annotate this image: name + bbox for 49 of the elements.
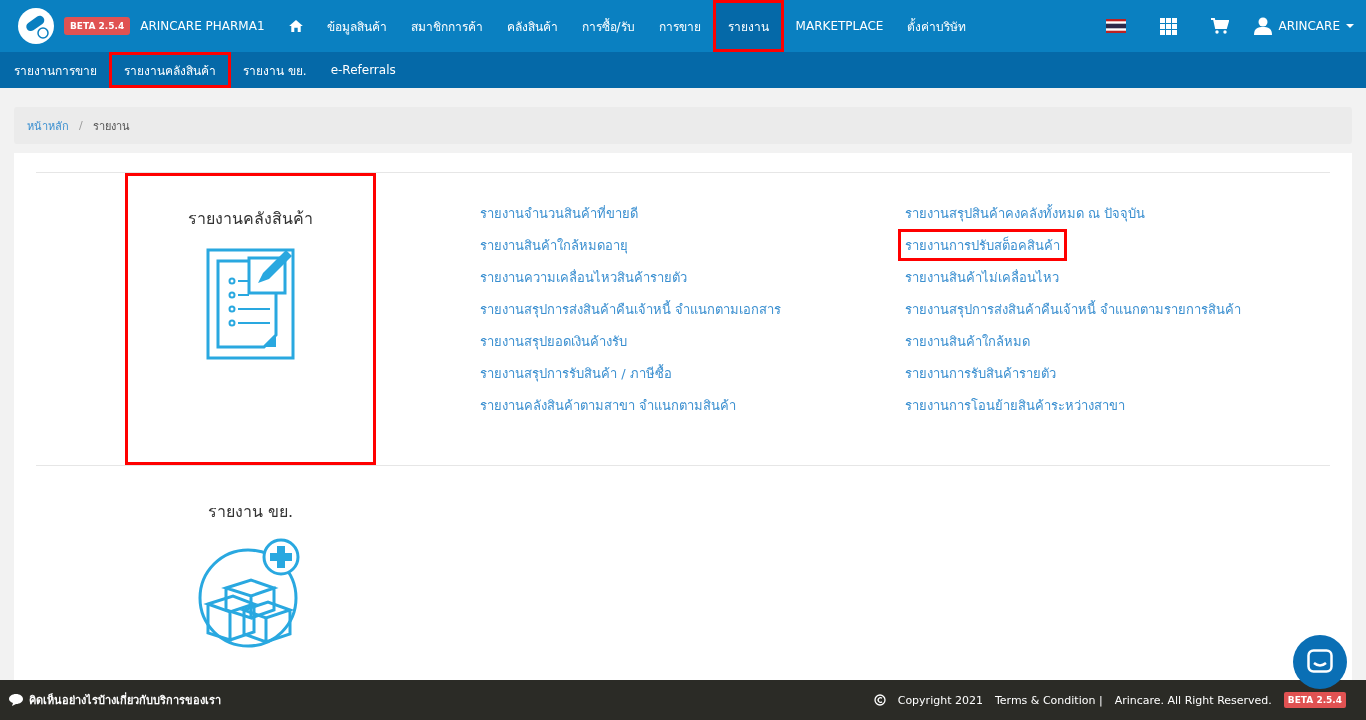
chat-bubble-icon <box>1307 649 1333 675</box>
report-link[interactable]: รายงานคลังสินค้าตามสาขา จำแนกตามสินค้า <box>473 389 744 421</box>
report-link[interactable]: รายงานสินค้าใกล้หมด <box>898 325 1037 357</box>
version-badge: BETA 2.5.4 <box>1283 692 1346 708</box>
report-link[interactable]: รายงานสรุปการรับสินค้า / ภาษีซื้อ <box>473 357 679 389</box>
report-link[interactable]: รายงานการโอนย้ายสินค้าระหว่างสาขา <box>898 389 1132 421</box>
report-link[interactable]: รายงานสรุปสินค้าคงคลังทั้งหมด ณ ปัจจุบัน <box>898 197 1153 229</box>
nav-link[interactable]: การขาย <box>646 0 713 52</box>
nav-link[interactable]: ข้อมูลสินค้า <box>314 0 399 52</box>
terms-link[interactable]: Terms & Condition | <box>994 693 1103 707</box>
caret-icon <box>1346 24 1354 28</box>
logo-icon[interactable] <box>18 8 54 44</box>
report-link[interactable]: รายงานสรุปการส่งสินค้าคืนเจ้าหนี้ จำแนกตามเอกสาร <box>473 293 789 325</box>
subnav-link[interactable]: รายงานคลังสินค้า <box>109 52 231 88</box>
nav-link[interactable]: สมาชิกการค้า <box>398 0 495 52</box>
report-link[interactable]: รายงานสินค้าใกล้หมดอายุ <box>473 229 635 261</box>
apps-grid-icon[interactable] <box>1160 17 1178 35</box>
chat-icon <box>9 694 23 706</box>
feedback-link[interactable]: คิดเห็นอย่างไรบ้างเกี่ยวกับบริการของเรา <box>29 691 221 709</box>
cart-icon[interactable] <box>1211 18 1230 34</box>
nav-link[interactable]: MARKETPLACE <box>783 0 896 52</box>
subnav-link[interactable]: รายงานการขาย <box>2 52 109 88</box>
category-title: รายงานคลังสินค้า <box>188 208 313 230</box>
category-title: รายงาน ขย. <box>207 501 294 523</box>
breadcrumb-link[interactable]: หน้าหลัก <box>27 116 69 135</box>
user-menu[interactable]: ARINCARE <box>1254 17 1354 35</box>
nav-link[interactable]: ตั้งค่าบริษัท <box>895 0 979 52</box>
report-link[interactable]: รายงานการปรับสต็อคสินค้า <box>898 229 1067 261</box>
report-link[interactable]: รายงานสรุปการส่งสินค้าคืนเจ้าหนี้ จำแนกตามรายการสินค้า <box>898 293 1249 325</box>
subnav-link[interactable]: e-Referrals <box>318 52 408 88</box>
nav-link[interactable]: คลังสินค้า <box>494 0 570 52</box>
breadcrumb-current: รายงาน <box>92 118 130 135</box>
nav-link[interactable]: รายงาน <box>712 0 784 52</box>
version-badge: BETA 2.5.4 <box>64 17 131 35</box>
rights-text: Arincare. All Right Reserved. <box>1114 693 1272 707</box>
report-link[interactable]: รายงานการรับสินค้ารายตัว <box>898 357 1063 389</box>
report-link[interactable]: รายงานความเคลื่อนไหวสินค้ารายตัว <box>473 261 694 293</box>
company-name: ARINCARE PHARMA1 <box>140 19 265 33</box>
home-icon <box>288 20 303 32</box>
thai-flag-icon[interactable] <box>1106 19 1127 33</box>
breadcrumb-separator: / <box>79 119 83 132</box>
report-link[interactable]: รายงานสินค้าไม่เคลื่อนไหว <box>898 261 1066 293</box>
subnav-link[interactable]: รายงาน ขย. <box>231 52 319 88</box>
user-icon <box>1254 17 1273 35</box>
nav-link[interactable]: การซื้อ/รับ <box>569 0 647 52</box>
report-link[interactable]: รายงานสรุปยอดเงินค้างรับ <box>473 325 634 357</box>
report-link[interactable]: รายงานจำนวนสินค้าที่ขายดี <box>473 197 645 229</box>
copyright-icon <box>873 694 886 706</box>
copyright-text: Copyright 2021 <box>897 693 983 707</box>
